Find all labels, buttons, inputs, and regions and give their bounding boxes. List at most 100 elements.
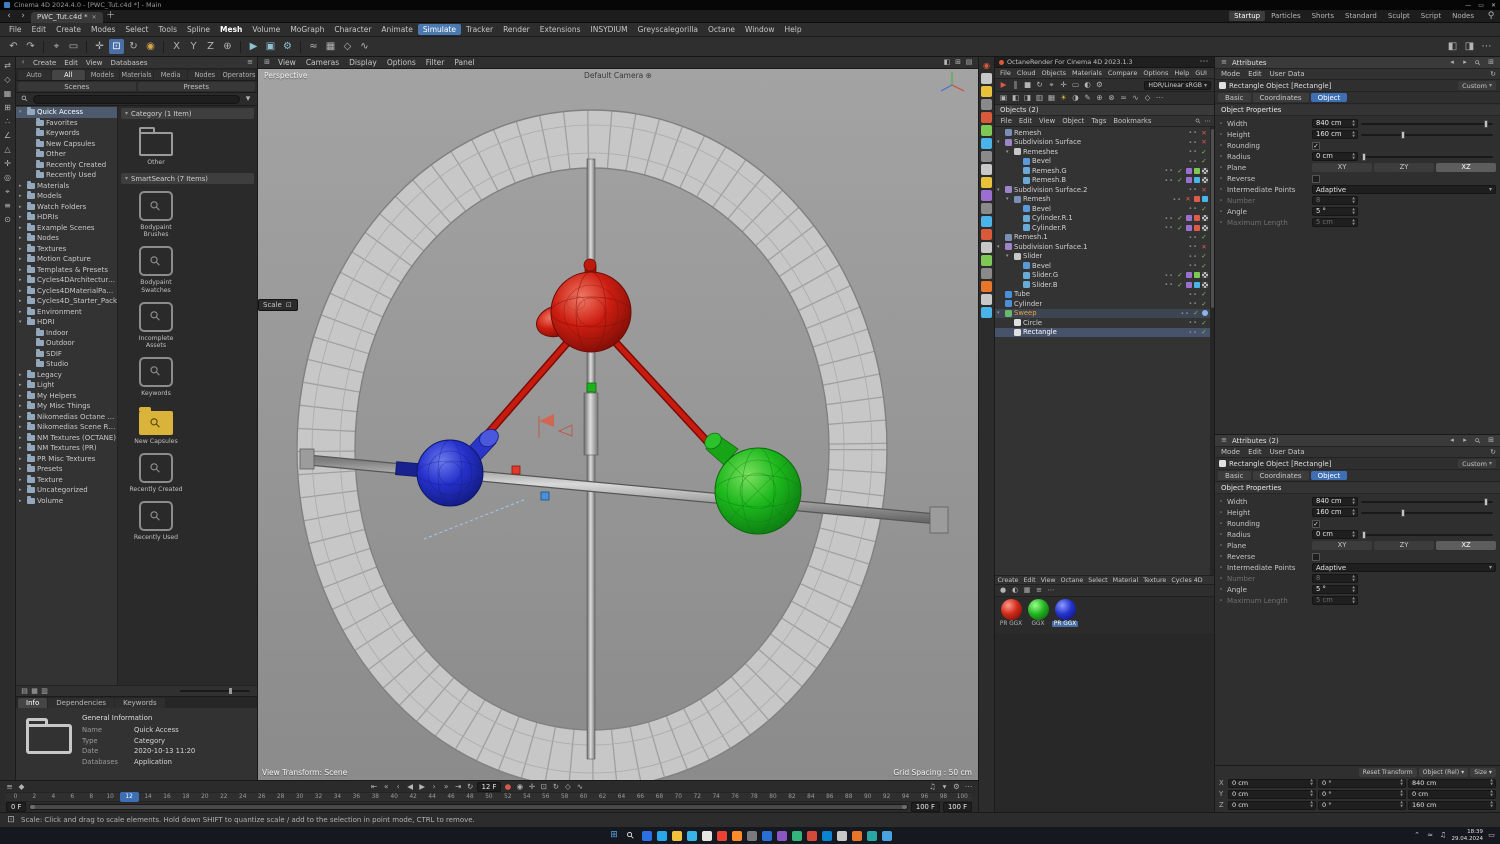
tag-icon[interactable] bbox=[1194, 224, 1200, 231]
asset-tree-item-studio[interactable]: Studio bbox=[16, 359, 117, 370]
height-input[interactable]: 160 cm ▲ ▼ bbox=[1312, 130, 1358, 139]
autokey-button[interactable]: ◉ bbox=[514, 781, 525, 792]
octane-node-icon[interactable]: ◇ bbox=[1142, 93, 1153, 104]
frame-tick-44[interactable]: 44 bbox=[423, 792, 442, 802]
tray-expand-icon[interactable]: ⌃ bbox=[1413, 831, 1422, 840]
rotate-icon[interactable]: ↻ bbox=[126, 39, 141, 54]
section-header[interactable]: Object Properties bbox=[1215, 105, 1500, 116]
frame-tick-62[interactable]: 62 bbox=[593, 792, 612, 802]
object-item-cylinder-r-1[interactable]: Cylinder.R.1 ∙∙ ✓ bbox=[995, 214, 1214, 224]
plane-zy-button[interactable]: ZY bbox=[1374, 541, 1434, 550]
preset-dropdown[interactable]: Custom ▾ bbox=[1458, 459, 1496, 468]
octane-tool-icon[interactable] bbox=[981, 203, 992, 214]
asset-tree-item-pr-misc-textures[interactable]: ▸ PR Misc Textures bbox=[16, 453, 117, 465]
octane-camera-icon[interactable]: ▣ bbox=[998, 93, 1009, 104]
timeline-options-icon[interactable]: ≡ bbox=[4, 781, 15, 792]
frame-tick-96[interactable]: 96 bbox=[915, 792, 934, 802]
expand-icon[interactable]: ▸ bbox=[19, 267, 25, 273]
expand-icon[interactable]: ▸ bbox=[19, 277, 25, 283]
keyframe-position-icon[interactable]: ✛ bbox=[526, 781, 537, 792]
expand-icon[interactable]: ▸ bbox=[19, 424, 25, 430]
attributes-menu-user-data[interactable]: User Data bbox=[1266, 448, 1309, 456]
taskbar-app-icon[interactable] bbox=[882, 830, 892, 841]
visibility-dots-icon[interactable]: ∙∙ bbox=[1164, 167, 1174, 174]
animate-dot-icon[interactable]: ∘ bbox=[1219, 553, 1224, 560]
tab-media[interactable]: Media bbox=[154, 70, 188, 80]
object-item-remesh-1[interactable]: Remesh.1 ∙∙ ✓ bbox=[995, 233, 1214, 243]
asset-item-recently-created[interactable]: ⚲ Recently Created bbox=[129, 453, 183, 493]
enabled-check-icon[interactable]: ✓ bbox=[1200, 233, 1208, 241]
frame-tick-18[interactable]: 18 bbox=[176, 792, 195, 802]
expand-icon[interactable]: ▸ bbox=[19, 498, 25, 504]
close-button[interactable]: ✕ bbox=[1491, 2, 1496, 9]
frame-tick-34[interactable]: 34 bbox=[328, 792, 347, 802]
shading-icon[interactable]: ◨ bbox=[1462, 39, 1477, 54]
asset-tree-item-environment[interactable]: ▸ Environment bbox=[16, 306, 117, 318]
tab-operators[interactable]: Operators bbox=[222, 70, 256, 80]
material-menu-cycles-4d[interactable]: Cycles 4D bbox=[1169, 577, 1205, 584]
octane-tool-icon[interactable] bbox=[981, 242, 992, 253]
asset-menu-create[interactable]: Create bbox=[29, 59, 60, 67]
enabled-check-icon[interactable]: ✓ bbox=[1200, 157, 1208, 165]
total-frames-field[interactable]: 100 F bbox=[942, 802, 972, 812]
menu-extensions[interactable]: Extensions bbox=[535, 24, 586, 35]
octane-tool-icon[interactable] bbox=[981, 190, 992, 201]
interface-search-icon[interactable]: ⚲ bbox=[1485, 10, 1497, 22]
frame-tick-64[interactable]: 64 bbox=[612, 792, 631, 802]
coord-x-pos-input[interactable]: 0 cm ▲ ▼ bbox=[1228, 778, 1316, 788]
object-item-tube[interactable]: Tube ∙∙ ✓ bbox=[995, 290, 1214, 300]
expand-icon[interactable]: ▸ bbox=[19, 393, 25, 399]
tag-icon[interactable] bbox=[1186, 167, 1192, 174]
intermediate-points-dropdown[interactable]: Adaptive ▾ bbox=[1312, 185, 1496, 194]
number-input[interactable]: 8 ▲ ▼ bbox=[1312, 196, 1358, 205]
height-slider[interactable] bbox=[1361, 130, 1493, 139]
taskbar-app-icon[interactable] bbox=[732, 830, 742, 841]
goto-end-button[interactable]: ⇥ bbox=[453, 781, 464, 792]
taskbar-app-icon[interactable] bbox=[822, 830, 832, 841]
lock-z-icon[interactable]: Z bbox=[203, 39, 218, 54]
asset-tree-item-nodes[interactable]: ▸ Nodes bbox=[16, 233, 117, 244]
expand-icon[interactable]: ▸ bbox=[19, 214, 25, 220]
visibility-dots-icon[interactable]: ∙∙ bbox=[1188, 234, 1198, 241]
tab-models[interactable]: Models bbox=[85, 70, 119, 80]
lock-y-icon[interactable]: Y bbox=[186, 39, 201, 54]
enabled-check-icon[interactable]: ✓ bbox=[1200, 252, 1208, 260]
menu-animate[interactable]: Animate bbox=[376, 24, 417, 35]
menu-spline[interactable]: Spline bbox=[182, 24, 215, 35]
asset-item-other[interactable]: Other bbox=[129, 126, 183, 166]
octane-region-icon[interactable]: ▭ bbox=[1070, 80, 1081, 91]
snap-icon[interactable]: ⌖ bbox=[1, 185, 14, 198]
asset-tree-item-watch-folders[interactable]: ▸ Watch Folders bbox=[16, 201, 117, 213]
visibility-dots-icon[interactable]: ∙∙ bbox=[1164, 215, 1174, 222]
asset-tree-item-light[interactable]: ▸ Light bbox=[16, 380, 117, 391]
panel-menu-icon[interactable]: ≡ bbox=[1219, 58, 1229, 68]
quantize-icon[interactable]: ⊙ bbox=[1, 213, 14, 226]
points-mode-icon[interactable]: ∴ bbox=[1, 115, 14, 128]
tab-coordinates[interactable]: Coordinates bbox=[1252, 471, 1309, 480]
menu-simulate[interactable]: Simulate bbox=[417, 24, 461, 35]
taskbar-app-icon[interactable] bbox=[777, 830, 787, 841]
layout-startup[interactable]: Startup bbox=[1229, 11, 1266, 21]
tab-auto[interactable]: Auto bbox=[17, 70, 51, 80]
octane-menu-objects[interactable]: Objects bbox=[1038, 69, 1069, 77]
lock-icon[interactable]: ⊞ bbox=[1486, 436, 1496, 446]
coord-x-rot-input[interactable]: 0 ° ▲ ▼ bbox=[1318, 778, 1406, 788]
options-icon[interactable]: ⋯ bbox=[1479, 39, 1494, 54]
material-more-icon[interactable]: ⋯ bbox=[1046, 586, 1056, 596]
object-menu-object[interactable]: Object bbox=[1059, 117, 1088, 125]
animate-dot-icon[interactable]: ∘ bbox=[1219, 542, 1224, 549]
subtab-presets[interactable]: Presets bbox=[137, 82, 255, 91]
timeline-key-icon[interactable]: ◆ bbox=[16, 781, 27, 792]
live-selection-icon[interactable]: ⌖ bbox=[49, 39, 64, 54]
keyframe-scale-icon[interactable]: ⊡ bbox=[538, 781, 549, 792]
asset-tree-item-hdri[interactable]: ▾ HDRI bbox=[16, 317, 117, 328]
tab-keywords[interactable]: Keywords bbox=[115, 698, 165, 708]
asset-tree-item-texture[interactable]: ▸ Texture bbox=[16, 474, 117, 486]
height-input[interactable]: 160 cm ▲ ▼ bbox=[1312, 508, 1358, 517]
visibility-dots-icon[interactable]: ∙∙ bbox=[1188, 253, 1198, 260]
menu-insydium[interactable]: INSYDIUM bbox=[586, 24, 633, 35]
menu-select[interactable]: Select bbox=[120, 24, 153, 35]
asset-tree-item-indoor[interactable]: Indoor bbox=[16, 327, 117, 339]
object-item-slider[interactable]: ▾ Slider ∙∙ ✓ bbox=[995, 252, 1214, 262]
object-item-remeshes[interactable]: ▾ Remeshes ∙∙ ✓ bbox=[995, 147, 1214, 157]
